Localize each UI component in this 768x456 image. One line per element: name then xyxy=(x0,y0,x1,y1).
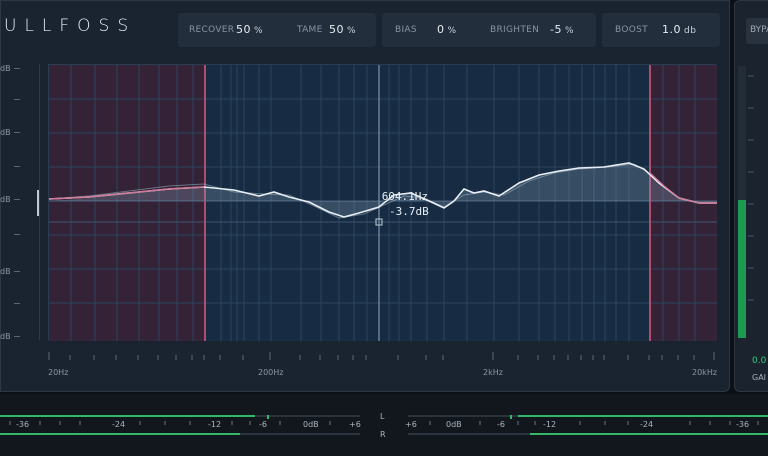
db-dash xyxy=(14,336,20,337)
db-dash xyxy=(14,271,20,272)
meter-scale-left: -36 xyxy=(16,420,30,429)
recover-label: RECOVER xyxy=(189,25,235,35)
meter-scale-right: +6 xyxy=(405,420,417,429)
level-meter-strip: -36 -24 -12 -6 0dB +6 L R +6 0dB -6 -12 … xyxy=(0,394,768,456)
db-dash xyxy=(14,132,20,133)
gain-value[interactable]: 0.0 xyxy=(752,356,766,366)
bias-brighten-group: BIAS 0% BRIGHTEN -5% xyxy=(382,13,596,47)
low-cut-region xyxy=(49,65,205,341)
meter-scale-right: -36 xyxy=(736,420,750,429)
recover-tame-group: RECOVER 50% TAME 50% xyxy=(178,13,376,47)
freq-label-20hz: 20Hz xyxy=(48,368,69,377)
boost-value[interactable]: 1.0 db xyxy=(662,23,696,36)
db-dash xyxy=(14,99,20,100)
gain-meter-ticks xyxy=(748,75,754,301)
tame-label: TAME xyxy=(297,25,323,35)
boost-group: BOOST 1.0 db xyxy=(602,13,720,47)
db-dash xyxy=(14,166,20,167)
meter-scale-right: -6 xyxy=(497,420,505,429)
meter-scale-left: -12 xyxy=(208,420,222,429)
freq-label-200hz: 200Hz xyxy=(258,368,284,377)
db-dash xyxy=(14,68,20,69)
db-tick: dB xyxy=(0,332,11,341)
channel-label-l: L xyxy=(380,412,385,421)
meter-scale-right: -12 xyxy=(543,420,557,429)
db-scale: dB dB dB dB dB xyxy=(0,64,40,341)
meter-scale-right: -24 xyxy=(640,420,654,429)
logo-text: ULLFOSS xyxy=(4,16,137,36)
boost-label: BOOST xyxy=(615,25,648,35)
brighten-label: BRIGHTEN xyxy=(490,25,540,35)
db-dash xyxy=(14,303,20,304)
recover-value[interactable]: 50% xyxy=(236,23,263,36)
meter-scale-left: -24 xyxy=(112,420,126,429)
db-tick: dB xyxy=(0,64,11,73)
bias-label: BIAS xyxy=(395,25,417,35)
bypass-button[interactable]: BYPA xyxy=(746,18,768,44)
db-dash xyxy=(14,199,20,200)
meter-scale-right: 0dB xyxy=(446,420,462,429)
brighten-value[interactable]: -5% xyxy=(550,23,574,36)
tooltip-gain: -3.7dB xyxy=(389,205,429,218)
channel-label-r: R xyxy=(380,430,386,439)
db-dash xyxy=(14,234,20,235)
meter-scale-left: +6 xyxy=(349,420,361,429)
freq-label-2khz: 2kHz xyxy=(483,368,503,377)
frequency-ticks xyxy=(48,352,715,360)
gain-label: GAI xyxy=(752,373,767,382)
db-tick: dB xyxy=(0,128,11,137)
range-handle[interactable] xyxy=(37,190,40,216)
tame-value[interactable]: 50% xyxy=(329,23,356,36)
cursor-tooltip: 604.1Hz -3.7dB xyxy=(381,189,429,219)
bias-value[interactable]: 0% xyxy=(437,23,457,36)
meter-scale-left: 0dB xyxy=(303,420,319,429)
frequency-axis: 20Hz 200Hz 2kHz 20kHz xyxy=(48,350,718,380)
freq-label-20khz: 20kHz xyxy=(692,368,718,377)
db-tick: dB xyxy=(0,267,11,276)
gain-meter-fill xyxy=(738,200,746,338)
tooltip-frequency: 604.1Hz xyxy=(381,190,429,203)
meter-scale-left: -6 xyxy=(259,420,267,429)
db-tick: dB xyxy=(0,195,11,204)
